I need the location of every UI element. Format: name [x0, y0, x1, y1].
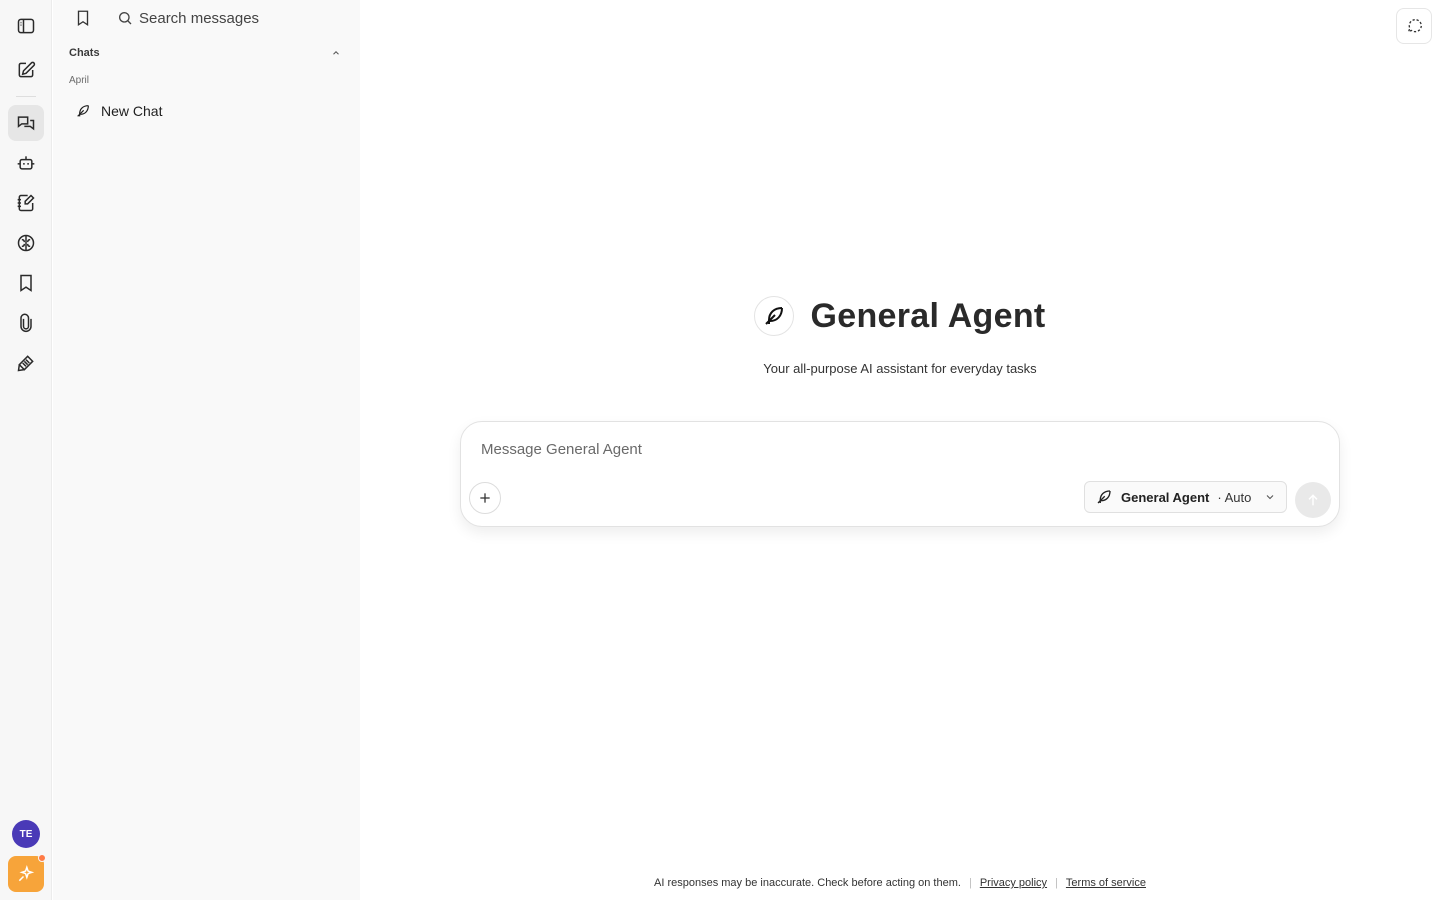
page-title: General Agent [810, 296, 1046, 335]
chat-title: New Chat [101, 103, 163, 119]
footer-divider: | [968, 877, 972, 889]
message-composer: General Agent · Auto [460, 421, 1340, 527]
chats-button[interactable] [8, 105, 44, 141]
disclaimer-text: AI responses may be inaccurate. Check be… [654, 877, 961, 889]
message-input[interactable] [481, 438, 1321, 460]
footer: AI responses may be inaccurate. Check be… [360, 877, 1440, 889]
agents-button[interactable] [8, 145, 44, 181]
chevron-up-icon[interactable] [331, 48, 341, 58]
rail-divider [16, 96, 36, 97]
privacy-policy-link[interactable]: Privacy policy [980, 877, 1047, 889]
memory-button[interactable] [8, 225, 44, 261]
feedback-button[interactable] [1396, 8, 1432, 44]
prompts-button[interactable] [8, 345, 44, 381]
feather-icon [765, 307, 784, 325]
new-chat-icon [18, 61, 36, 78]
bookmark-icon [20, 274, 32, 292]
paperclip-icon [20, 313, 32, 333]
upgrade-button[interactable] [8, 854, 46, 892]
chats-icon [17, 116, 35, 131]
brain-icon [17, 234, 35, 252]
bookmarks-button[interactable] [8, 265, 44, 301]
user-avatar[interactable]: TE [12, 820, 40, 848]
add-attachment-button[interactable] [469, 482, 501, 514]
main-panel: General Agent Your all-purpose AI assist… [360, 0, 1440, 900]
agent-hero: General Agent [360, 294, 1440, 338]
robot-icon [17, 156, 35, 170]
new-chat-button[interactable] [8, 52, 44, 88]
arrow-up-icon [1308, 494, 1318, 506]
prompt-icon [17, 355, 34, 372]
plus-icon [480, 493, 490, 503]
sidebar-toggle-icon [17, 18, 35, 34]
sidebar-header [53, 0, 360, 36]
chat-sidebar: Chats April New Chat [53, 0, 360, 900]
feather-icon [77, 105, 89, 117]
agent-mode: · Auto [1217, 489, 1252, 505]
terms-of-service-link[interactable]: Terms of service [1066, 877, 1146, 889]
notebook-icon [17, 194, 35, 212]
date-group-label: April [69, 75, 90, 86]
sidebar-toggle-button[interactable] [8, 8, 44, 44]
chat-bubble-icon [1407, 19, 1422, 33]
agent-name: General Agent [1121, 489, 1210, 505]
sparkle-icon [18, 864, 35, 882]
agent-logo [754, 296, 795, 336]
footer-divider: | [1055, 877, 1058, 889]
chevron-down-icon [1264, 491, 1276, 503]
send-button[interactable] [1295, 482, 1331, 518]
notification-dot [38, 854, 46, 862]
icon-rail: TE [0, 0, 52, 900]
feather-icon [1097, 490, 1111, 504]
agent-description: Your all-purpose AI assistant for everyd… [763, 361, 1037, 376]
saved-messages-button[interactable] [69, 4, 97, 32]
notebook-button[interactable] [8, 185, 44, 221]
section-title: Chats [69, 47, 100, 59]
attachments-button[interactable] [8, 305, 44, 341]
search-input[interactable] [139, 6, 339, 30]
bookmark-icon [77, 10, 89, 27]
search-icon [117, 10, 133, 26]
chat-list-item[interactable]: New Chat [69, 97, 349, 125]
chats-section-header[interactable]: Chats [69, 44, 349, 62]
agent-selector[interactable]: General Agent · Auto [1084, 481, 1287, 513]
